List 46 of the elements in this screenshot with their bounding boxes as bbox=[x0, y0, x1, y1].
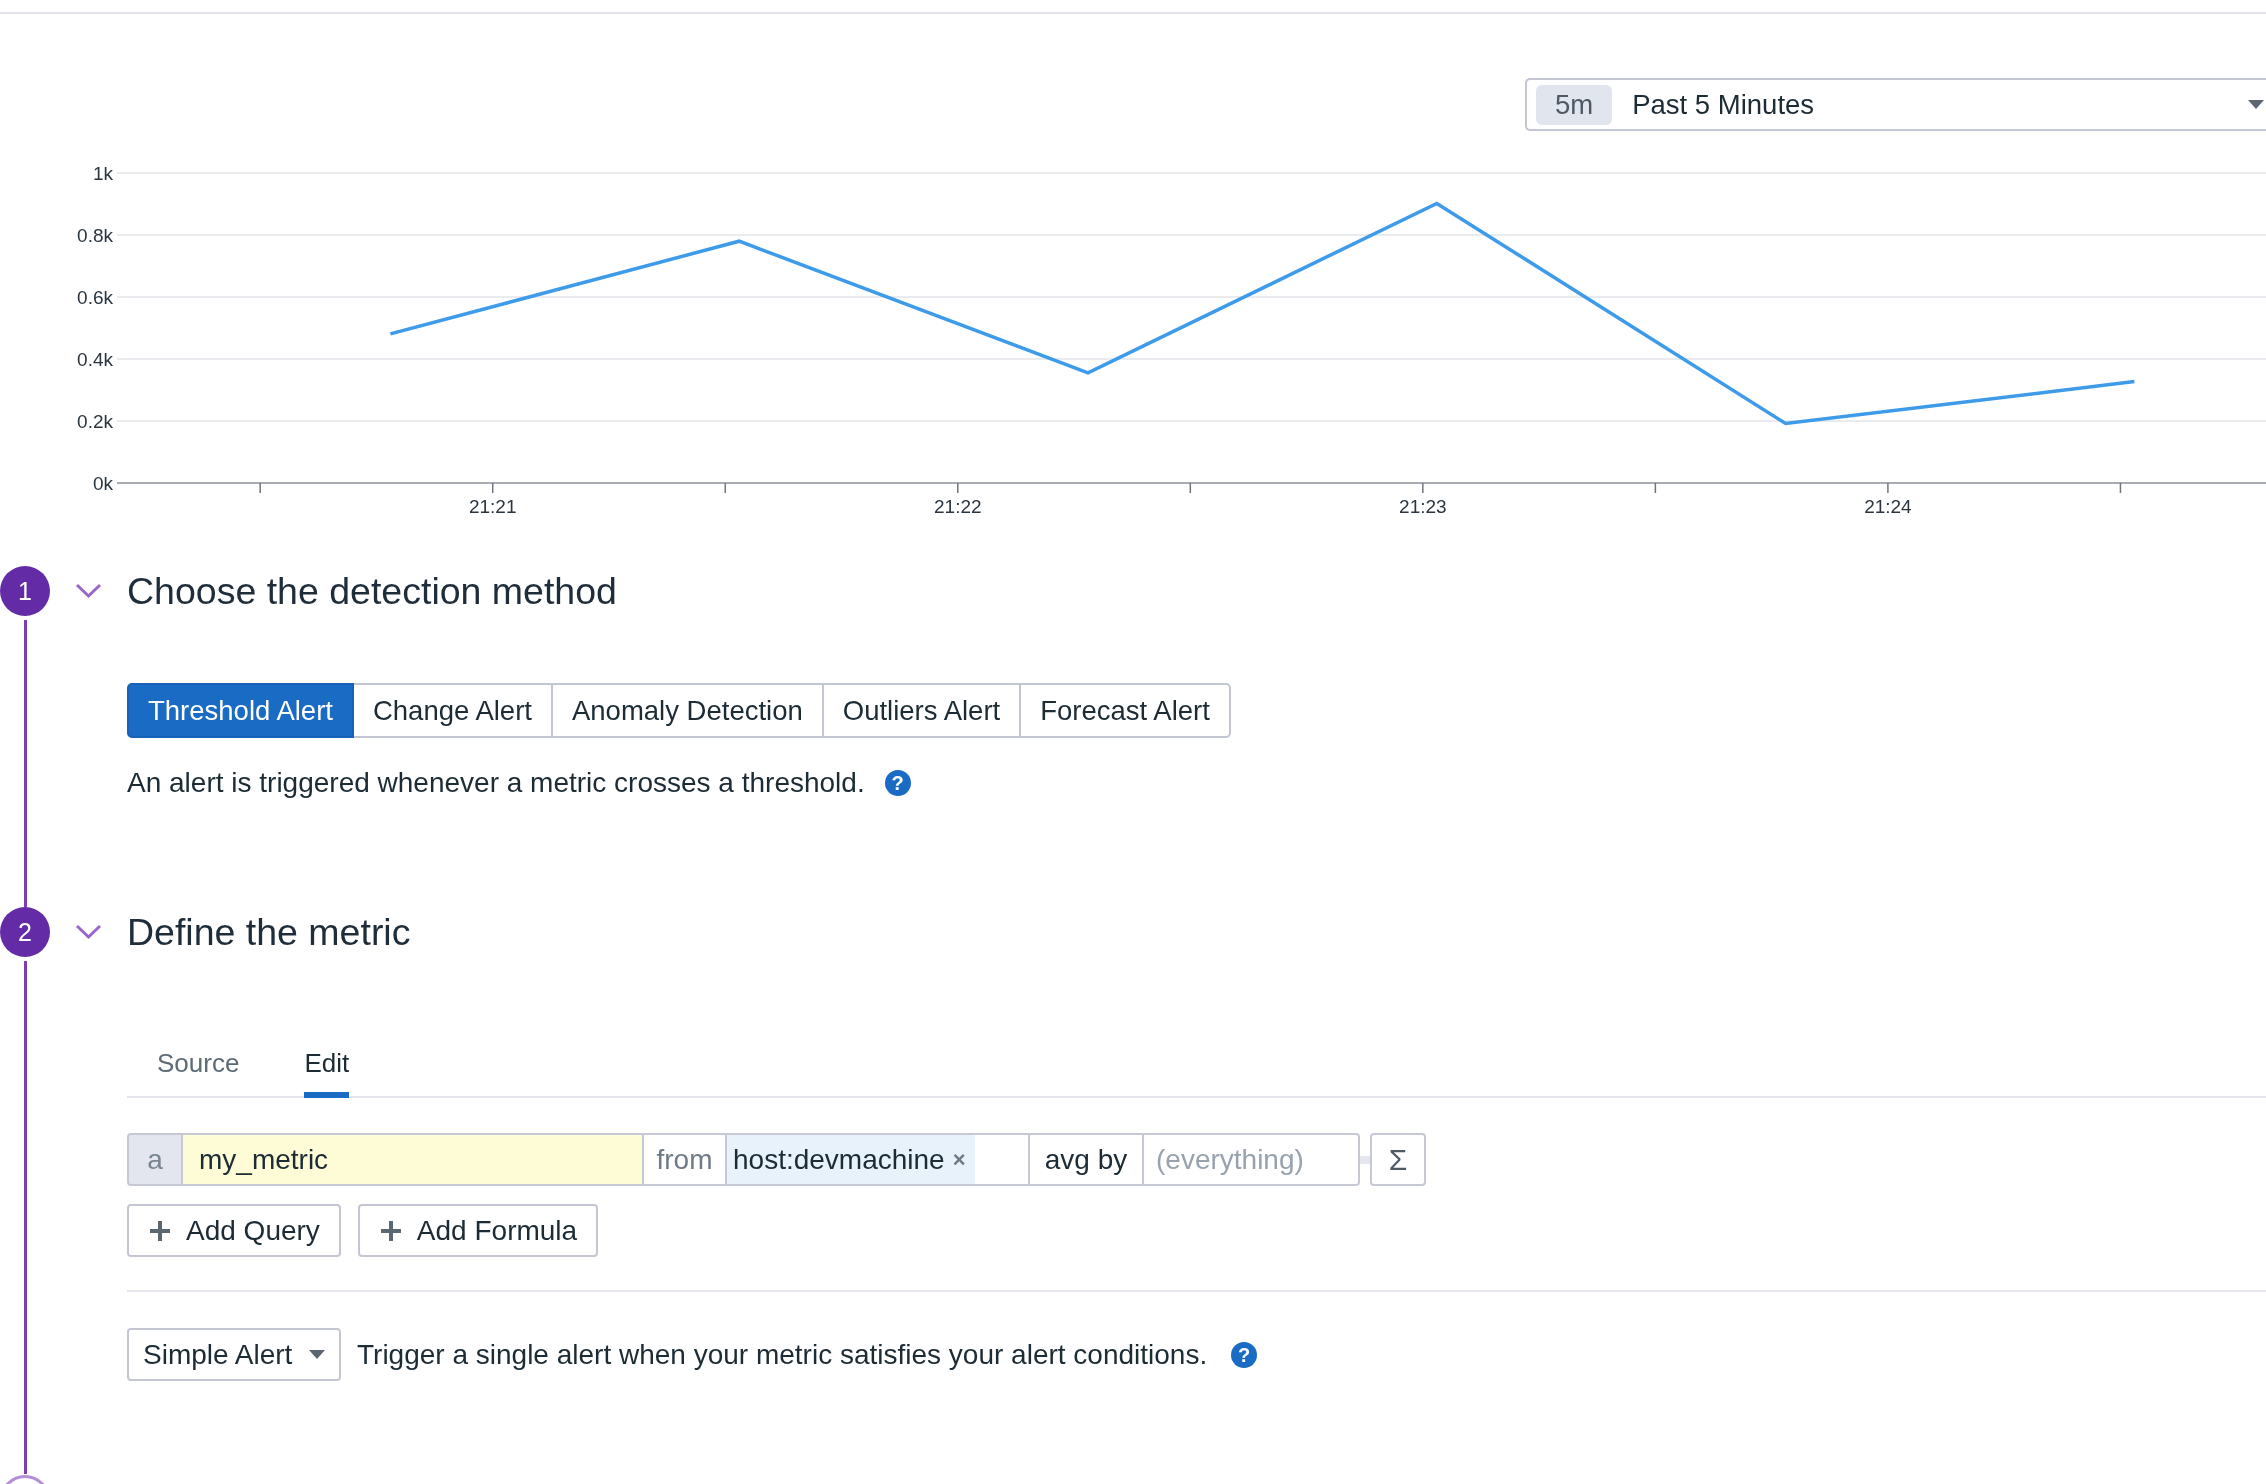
metric-input[interactable]: my_metric bbox=[183, 1133, 644, 1186]
y-axis-label: 0.6k bbox=[77, 287, 113, 308]
plus-icon bbox=[150, 1220, 170, 1241]
add-button[interactable]: Add Formula bbox=[357, 1204, 599, 1257]
x-axis-label: 21:22 bbox=[934, 496, 982, 517]
add-button[interactable]: Add Query bbox=[127, 1204, 341, 1257]
query-connector-bar bbox=[1360, 1155, 1370, 1164]
alert-type-dropdown[interactable]: Simple Alert bbox=[127, 1328, 341, 1381]
detection-method-tab[interactable]: Anomaly Detection bbox=[550, 683, 824, 738]
alert-type-description: Trigger a single alert when your metric satisfies your alert conditions. bbox=[357, 1337, 1208, 1372]
y-axis-label: 0k bbox=[92, 473, 113, 494]
step-number-badge: 1 bbox=[0, 566, 50, 616]
help-button[interactable]: ? bbox=[1231, 1341, 1258, 1368]
y-axis-label: 0.2k bbox=[77, 411, 113, 432]
x-axis-label: 21:24 bbox=[1864, 496, 1912, 517]
sigma-button[interactable]: Σ bbox=[1370, 1133, 1426, 1186]
detection-method-tab[interactable]: Outliers Alert bbox=[821, 683, 1022, 738]
y-axis-label: 0.8k bbox=[77, 225, 113, 246]
detection-method-tab[interactable]: Threshold Alert bbox=[127, 683, 354, 738]
query-tab[interactable]: Edit bbox=[304, 1036, 350, 1098]
tag-filter-field[interactable]: host:devmachine × bbox=[727, 1133, 1030, 1186]
group-by-field[interactable]: (everything) bbox=[1144, 1133, 1360, 1186]
query-name-label: a bbox=[127, 1133, 183, 1186]
method-description: An alert is triggered whenever a metric crosses a threshold. bbox=[127, 766, 865, 800]
y-axis-label: 1k bbox=[92, 163, 113, 184]
caret-icon bbox=[2248, 100, 2264, 109]
chevron-icon[interactable] bbox=[75, 924, 102, 940]
query-tab[interactable]: Source bbox=[157, 1036, 240, 1098]
chevron-icon[interactable] bbox=[75, 583, 102, 599]
detection-method-tab[interactable]: Change Alert bbox=[351, 683, 553, 738]
step-title: Define the metric bbox=[127, 910, 411, 954]
aggregation-selector[interactable]: avg by bbox=[1030, 1133, 1144, 1186]
time-range-dropdown[interactable]: 5m Past 5 Minutes bbox=[1525, 78, 2266, 131]
tag-label: host:devmachine bbox=[733, 1143, 945, 1176]
plus-icon bbox=[380, 1220, 401, 1241]
from-label: from bbox=[644, 1133, 727, 1186]
step-title: Choose the detection method bbox=[127, 569, 617, 613]
detection-method-tab[interactable]: Forecast Alert bbox=[1019, 683, 1231, 738]
caret-icon bbox=[309, 1350, 325, 1359]
y-axis-label: 0.4k bbox=[77, 349, 113, 370]
step-number-badge: 2 bbox=[0, 907, 50, 957]
x-axis-label: 21:23 bbox=[1399, 496, 1447, 517]
time-range-badge: 5m bbox=[1536, 84, 1613, 125]
help-button[interactable]: ? bbox=[884, 770, 911, 796]
remove-tag-button[interactable]: × bbox=[952, 1148, 966, 1171]
x-axis-label: 21:21 bbox=[468, 496, 517, 517]
